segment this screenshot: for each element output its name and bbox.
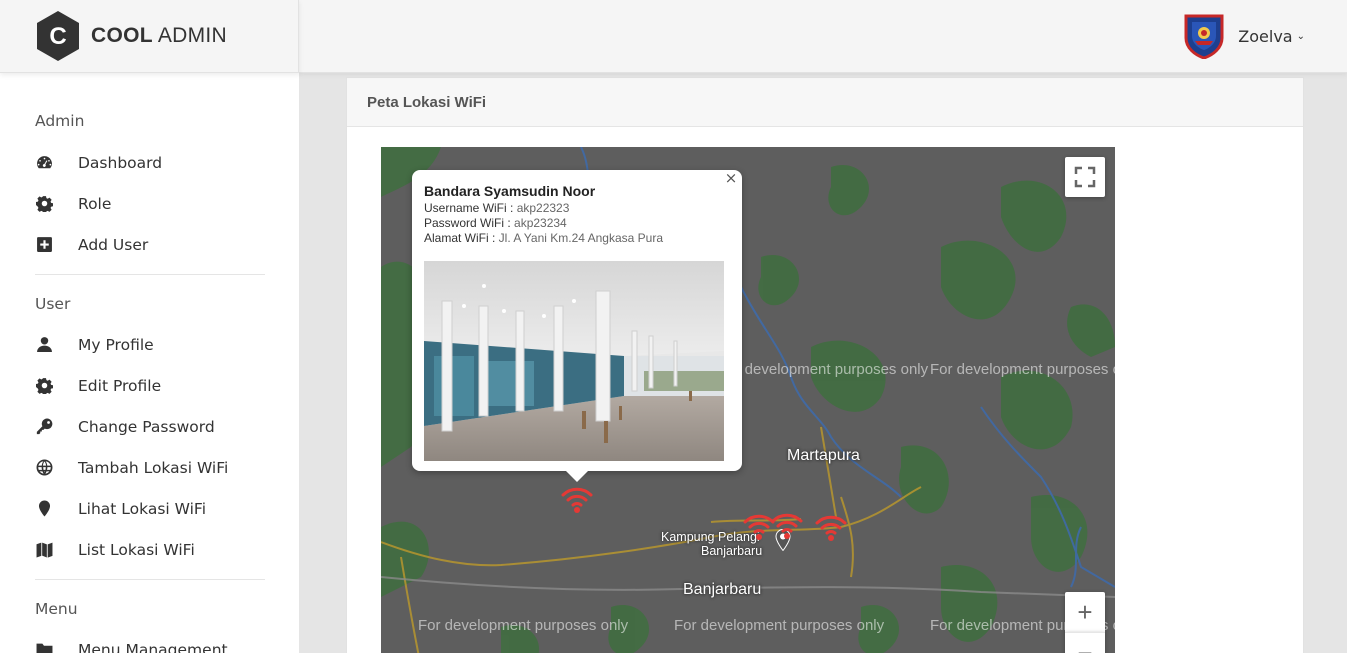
user-icon <box>35 336 53 354</box>
nav-item-dashboard[interactable]: Dashboard <box>35 142 265 183</box>
location-photo <box>424 261 724 461</box>
nav-item-list-lokasi-wifi[interactable]: List Lokasi WiFi <box>35 529 265 570</box>
nav-item-my-profile[interactable]: My Profile <box>35 324 265 365</box>
dev-watermark: For development purposes only <box>718 361 929 378</box>
gear-icon <box>35 377 53 395</box>
svg-text:C: C <box>49 23 66 50</box>
fullscreen-icon <box>1074 166 1096 188</box>
section-title-menu: Menu <box>35 600 78 618</box>
nav-item-role[interactable]: Role <box>35 183 265 224</box>
chevron-down-icon: ⌄ <box>1296 30 1305 42</box>
brand[interactable]: C COOL ADMIN <box>0 0 299 73</box>
info-title: Bandara Syamsudin Noor <box>424 183 596 199</box>
nav-label: My Profile <box>78 335 154 354</box>
user-menu[interactable]: Zoelva ⌄ <box>1183 13 1305 59</box>
avatar <box>1184 14 1224 59</box>
nav-label: Edit Profile <box>78 376 162 395</box>
nav-label: Role <box>78 194 112 213</box>
nav-item-menu-management[interactable]: Menu Management <box>35 629 265 653</box>
nav-label: Dashboard <box>78 153 163 172</box>
section-title-admin: Admin <box>35 112 85 130</box>
plus-square-icon <box>35 236 53 254</box>
brand-name: COOL ADMIN <box>91 24 228 47</box>
wifi-marker-icon[interactable] <box>769 511 805 541</box>
nav-item-lihat-lokasi-wifi[interactable]: Lihat Lokasi WiFi <box>35 488 265 529</box>
nav-label: List Lokasi WiFi <box>78 540 195 559</box>
dev-watermark: For development purposes only <box>418 617 629 634</box>
minus-icon: − <box>1077 637 1093 653</box>
wifi-marker-icon[interactable] <box>559 485 595 515</box>
place-label-banjarbaru: Banjarbaru <box>683 581 762 598</box>
dev-watermark: For development purposes only <box>930 361 1115 378</box>
close-icon[interactable]: × <box>724 171 738 186</box>
sidebar: Admin Dashboard Role Add User User My Pr… <box>0 73 299 653</box>
nav-label: Menu Management <box>78 640 228 653</box>
globe-icon <box>35 459 53 477</box>
zoom-in-button[interactable]: + <box>1065 592 1105 632</box>
info-address: Alamat WiFi : Jl. A Yani Km.24 Angkasa P… <box>424 231 663 245</box>
user-name: Zoelva <box>1238 26 1293 46</box>
divider <box>35 579 265 580</box>
nav-item-add-user[interactable]: Add User <box>35 224 265 265</box>
key-icon <box>35 418 53 436</box>
nav-label: Change Password <box>78 417 215 436</box>
tachometer-icon <box>35 154 53 172</box>
zoom-out-button[interactable]: − <box>1065 632 1105 653</box>
folder-icon <box>35 641 53 653</box>
card-header: Peta Lokasi WiFi <box>347 78 1303 127</box>
plus-icon: + <box>1077 597 1093 627</box>
wifi-marker-icon[interactable] <box>813 513 849 543</box>
info-username: Username WiFi : akp22323 <box>424 201 570 215</box>
divider <box>35 274 265 275</box>
nav-item-tambah-lokasi-wifi[interactable]: Tambah Lokasi WiFi <box>35 447 265 488</box>
nav-label: Lihat Lokasi WiFi <box>78 499 207 518</box>
place-label-martapura: Martapura <box>787 447 860 464</box>
nav-item-change-password[interactable]: Change Password <box>35 406 265 447</box>
nav-label: Tambah Lokasi WiFi <box>78 458 229 477</box>
fullscreen-button[interactable] <box>1065 157 1105 197</box>
nav-label: Add User <box>78 235 149 254</box>
map-marker-icon <box>35 500 53 518</box>
nav-item-edit-profile[interactable]: Edit Profile <box>35 365 265 406</box>
gear-icon <box>35 195 53 213</box>
top-header: Zoelva ⌄ <box>299 0 1347 73</box>
section-title-user: User <box>35 295 71 313</box>
info-password: Password WiFi : akp23234 <box>424 216 567 230</box>
place-label-banjarbaru-small: Banjarbaru <box>701 544 763 558</box>
map-info-window: × Bandara Syamsudin Noor Username WiFi :… <box>412 170 742 482</box>
map-icon <box>35 541 53 559</box>
dev-watermark: For development purposes only <box>674 617 885 634</box>
brand-logo-icon: C <box>37 11 79 61</box>
card-title: Peta Lokasi WiFi <box>367 93 487 111</box>
